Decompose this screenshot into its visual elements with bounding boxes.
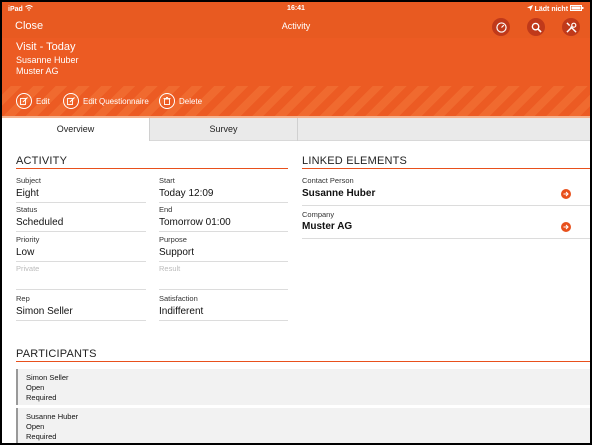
field-underline: [159, 231, 288, 232]
tools-icon[interactable]: [562, 18, 580, 36]
tab-bar: Overview Survey: [2, 118, 590, 141]
status-label: Status: [16, 205, 38, 214]
start-label: Start: [159, 176, 175, 185]
edit-icon: [63, 93, 79, 109]
participant-status: Open: [26, 422, 45, 431]
field-underline: [159, 202, 288, 203]
field-underline: [16, 320, 146, 321]
trash-icon: [159, 93, 175, 109]
delete-button[interactable]: Delete: [159, 93, 202, 109]
satisfaction-label: Satisfaction: [159, 294, 198, 303]
search-icon[interactable]: [527, 18, 545, 36]
app-window: iPad 16:41 Lädt nicht Close Activity Vis…: [0, 0, 592, 445]
contact-person-label: Contact Person: [302, 176, 354, 185]
delete-label: Delete: [179, 96, 203, 106]
subject-value: Eight: [16, 188, 39, 199]
arrow-right-icon[interactable]: [561, 189, 571, 199]
edit-questionnaire-label: Edit Questionnaire: [83, 96, 149, 106]
participants-section-title: PARTICIPANTS: [16, 348, 97, 360]
activity-section-divider: [16, 168, 288, 169]
edit-questionnaire-button[interactable]: Edit Questionnaire: [63, 93, 149, 109]
arrow-right-icon[interactable]: [561, 222, 571, 232]
end-value: Tomorrow 01:00: [159, 217, 231, 228]
status-bar: iPad 16:41 Lädt nicht: [2, 2, 590, 16]
participant-name: Simon Seller: [26, 373, 69, 382]
activity-header: Visit - Today Susanne Huber Muster AG Ed…: [2, 38, 590, 116]
header-contact: Susanne Huber: [16, 55, 79, 65]
tab-overview[interactable]: Overview: [2, 118, 150, 141]
subject-label: Subject: [16, 176, 42, 185]
edit-icon: [16, 93, 32, 109]
status-right: Lädt nicht: [526, 5, 584, 13]
activity-section-title: ACTIVITY: [16, 155, 68, 167]
edit-button[interactable]: Edit: [16, 93, 50, 109]
participant-card[interactable]: Susanne Huber Open Required: [16, 408, 590, 443]
status-value: Scheduled: [16, 217, 64, 228]
linked-divider: [302, 238, 590, 239]
field-underline: [16, 289, 146, 290]
field-underline: [16, 202, 146, 203]
rep-label: Rep: [16, 294, 30, 303]
field-underline: [16, 231, 146, 232]
contact-person-value: Susanne Huber: [302, 188, 376, 199]
linked-section-title: LINKED ELEMENTS: [302, 155, 408, 167]
participant-name: Susanne Huber: [26, 412, 79, 421]
edit-label: Edit: [36, 96, 50, 106]
satisfaction-value: Indifferent: [159, 306, 204, 317]
linked-section-divider: [302, 168, 590, 169]
private-label: Private: [16, 264, 40, 273]
field-underline: [16, 261, 146, 262]
participant-status: Open: [26, 383, 45, 392]
field-underline: [159, 289, 288, 290]
visit-title: Visit - Today: [16, 41, 76, 53]
location-arrow-icon: [526, 5, 535, 13]
result-label: Result: [159, 264, 181, 273]
purpose-value: Support: [159, 247, 195, 258]
company-value: Muster AG: [302, 221, 353, 232]
tab-survey[interactable]: Survey: [150, 118, 298, 141]
speedometer-icon[interactable]: [492, 18, 510, 36]
purpose-label: Purpose: [159, 235, 187, 244]
status-time: 16:41: [287, 5, 305, 12]
participant-card[interactable]: Simon Seller Open Required: [16, 369, 590, 405]
charging-status: Lädt nicht: [534, 6, 569, 13]
participant-role: Required: [26, 393, 57, 402]
company-label: Company: [302, 210, 335, 219]
linked-divider: [302, 205, 590, 206]
priority-value: Low: [16, 247, 35, 258]
rep-value: Simon Seller: [16, 306, 73, 317]
participant-role: Required: [26, 432, 57, 441]
start-value: Today 12:09: [159, 188, 214, 199]
header-top: [2, 38, 590, 86]
end-label: End: [159, 205, 173, 214]
field-underline: [159, 261, 288, 262]
participants-section-divider: [16, 361, 590, 362]
header-company: Muster AG: [16, 66, 59, 76]
navigation-bar: Close Activity: [2, 16, 590, 38]
priority-label: Priority: [16, 235, 40, 244]
field-underline: [159, 320, 288, 321]
battery-icon: [570, 5, 584, 13]
